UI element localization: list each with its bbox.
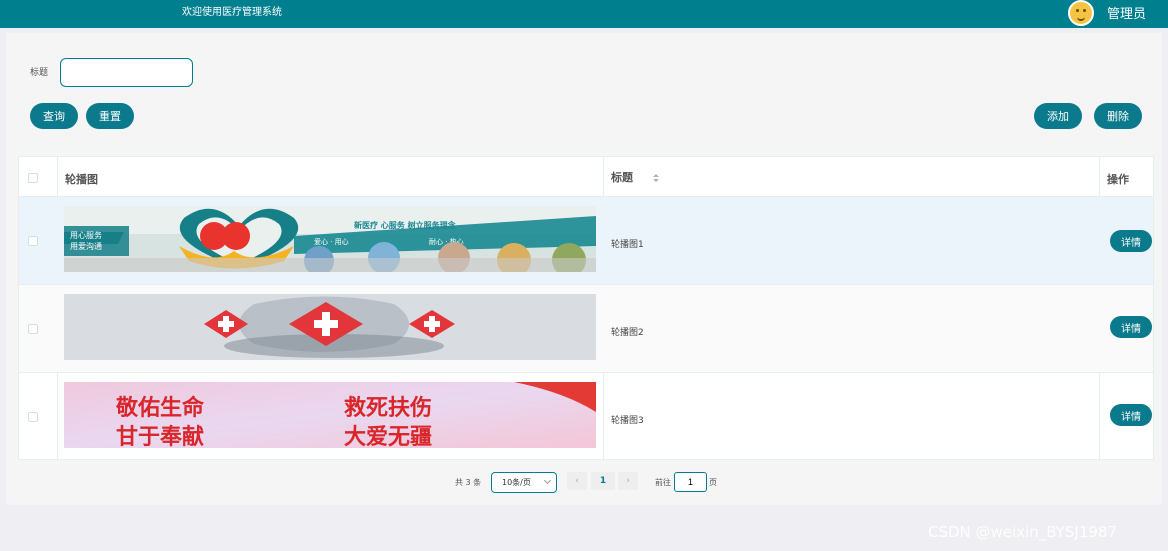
row-title: 轮播图1 [611, 240, 644, 250]
avatar[interactable] [1068, 0, 1094, 26]
detail-button[interactable]: 详情 [1110, 316, 1152, 338]
table-row[interactable]: 轮播图2 详情 [19, 285, 1153, 373]
banner-image-1: 用心服务 用爱沟通 新医疗 心服务 树立服务理念 爱心 · 用心 耐心 · 热心 [64, 206, 596, 272]
banner-image-3: 敬佑生命 救死扶伤 甘于奉献 大爱无疆 [64, 382, 596, 448]
pagination-total: 共 3 条 [455, 478, 482, 487]
banner-image-3-art: 敬佑生命 救死扶伤 甘于奉献 大爱无疆 [64, 382, 596, 448]
table-row[interactable]: 敬佑生命 救死扶伤 甘于奉献 大爱无疆 轮播图3 详情 [19, 373, 1153, 461]
banner-table: 轮播图 标题 操作 用心服务 用爱沟通 新医疗 心服务 树立服务理念 爱心 · … [18, 156, 1154, 461]
delete-button[interactable]: 删除 [1094, 103, 1142, 129]
prev-page-button[interactable]: ‹ [567, 472, 587, 490]
banner1-text-c: 爱心 · 用心 [314, 238, 349, 246]
table-row[interactable]: 用心服务 用爱沟通 新医疗 心服务 树立服务理念 爱心 · 用心 耐心 · 热心… [19, 197, 1153, 285]
watermark: CSDN @weixin_BYSJ1987 [928, 523, 1118, 541]
banner1-text-headline: 新医疗 心服务 树立服务理念 [354, 220, 456, 230]
page-size-select[interactable]: 10条/页 [491, 472, 557, 493]
banner3-text-d: 大爱无疆 [344, 424, 432, 448]
detail-button[interactable]: 详情 [1110, 404, 1152, 426]
banner-image-2-art [64, 294, 596, 360]
column-header-title[interactable]: 标题 [611, 169, 633, 185]
banner3-text-b: 救死扶伤 [344, 395, 432, 421]
banner-image-1-art: 用心服务 用爱沟通 新医疗 心服务 树立服务理念 爱心 · 用心 耐心 · 热心 [64, 206, 596, 272]
row-checkbox[interactable] [28, 412, 38, 422]
title-label: 标题 [30, 68, 49, 78]
banner3-text-c: 甘于奉献 [116, 424, 204, 448]
row-title: 轮播图3 [611, 416, 644, 426]
query-button[interactable]: 查询 [30, 103, 78, 129]
next-page-button[interactable]: › [618, 472, 638, 490]
banner3-text-a: 敬佑生命 [115, 395, 205, 421]
row-checkbox[interactable] [28, 324, 38, 334]
goto-page-input[interactable] [674, 472, 707, 492]
reset-button[interactable]: 重置 [86, 103, 134, 129]
banner-image-2 [64, 294, 596, 360]
column-header-actions: 操作 [1107, 173, 1129, 186]
page-number-current[interactable]: 1 [591, 472, 615, 490]
goto-suffix: 页 [709, 478, 717, 487]
column-header-image: 轮播图 [65, 173, 98, 186]
select-all-checkbox[interactable] [28, 173, 38, 183]
chevron-down-icon [543, 476, 552, 485]
title-search-input[interactable] [60, 58, 193, 87]
goto-prefix: 前往 [655, 478, 671, 487]
row-title: 轮播图2 [611, 328, 644, 338]
top-bar: 欢迎使用医疗管理系统 管理员 [0, 0, 1168, 28]
row-checkbox[interactable] [28, 236, 38, 246]
user-name[interactable]: 管理员 [1107, 3, 1146, 22]
sort-icon[interactable] [653, 174, 659, 183]
banner1-text-a: 用心服务 [70, 230, 102, 240]
page-size-value: 10条/页 [502, 478, 531, 487]
welcome-text: 欢迎使用医疗管理系统 [182, 7, 282, 18]
add-button[interactable]: 添加 [1034, 103, 1082, 129]
table-header: 轮播图 标题 操作 [19, 157, 1153, 197]
detail-button[interactable]: 详情 [1110, 230, 1152, 252]
banner1-text-b: 用爱沟通 [70, 241, 102, 251]
